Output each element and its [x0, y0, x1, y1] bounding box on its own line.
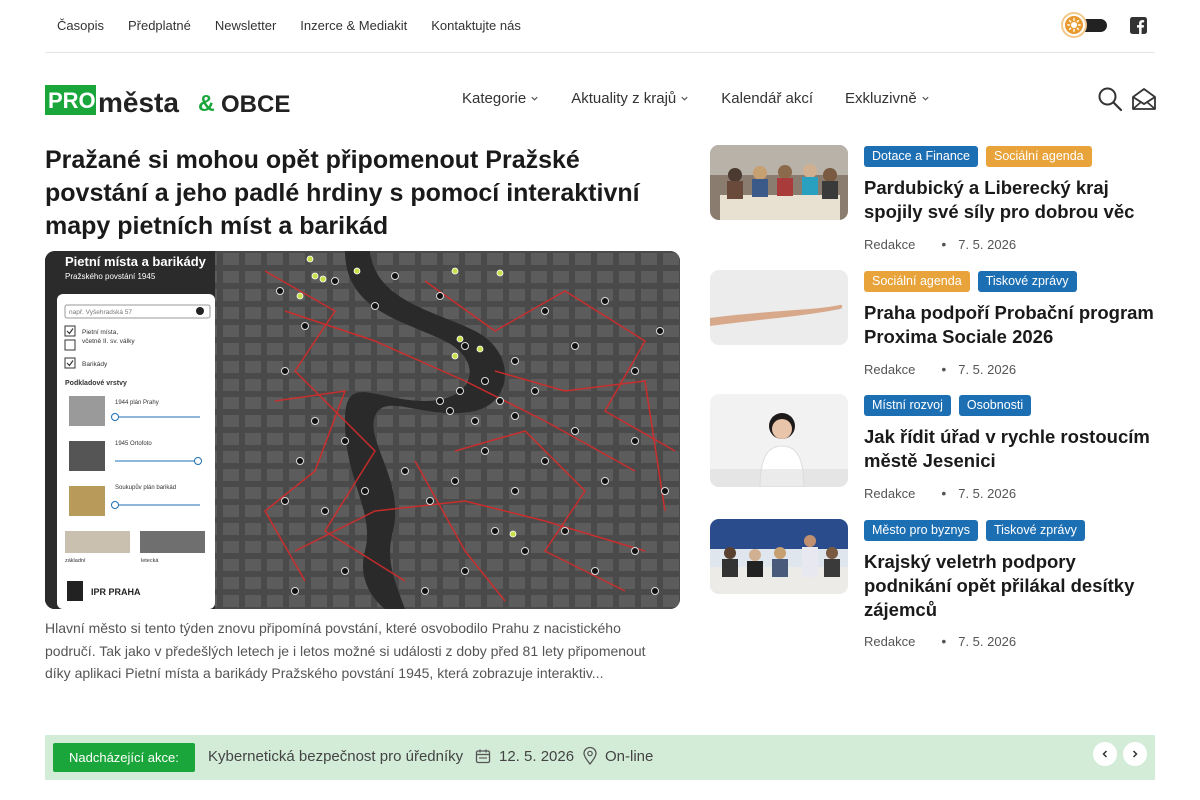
svg-text:včetně II. sv. války: včetně II. sv. války [82, 338, 135, 345]
separator-dot: • [941, 633, 947, 649]
svg-text:PRO: PRO [48, 88, 96, 113]
svg-text:Pražského povstání 1945: Pražského povstání 1945 [65, 272, 156, 281]
article-meta: Redakce • 7. 5. 2026 [864, 633, 1016, 649]
top-nav: Časopis Předplatné Newsletter Inzerce & … [57, 18, 545, 33]
tag-badge[interactable]: Dotace a Finance [864, 146, 978, 167]
events-prev-button[interactable] [1093, 742, 1117, 766]
facebook-icon[interactable] [1130, 17, 1147, 34]
article-thumbnail[interactable] [710, 519, 848, 594]
svg-text:Podkladové vrstvy: Podkladové vrstvy [65, 380, 127, 387]
side-article[interactable]: Místní rozvoj Osobnosti Jak řídit úřad v… [710, 394, 1155, 504]
side-article[interactable]: Dotace a Finance Sociální agenda Pardubi… [710, 145, 1155, 255]
upcoming-events-bar: Nadcházející akce: Kybernetická bezpečno… [45, 735, 1155, 780]
tag-badge[interactable]: Sociální agenda [864, 271, 970, 292]
svg-text:1944 plán Prahy: 1944 plán Prahy [115, 400, 159, 406]
nav-label: Kalendář akcí [721, 90, 813, 107]
svg-text:např. Vyšehradská 57: např. Vyšehradská 57 [69, 309, 132, 316]
events-next-button[interactable] [1123, 742, 1147, 766]
article-meta: Redakce • 7. 5. 2026 [864, 236, 1016, 252]
svg-text:Soukupův plán barikád: Soukupův plán barikád [115, 484, 176, 491]
tag-badge[interactable]: Sociální agenda [985, 146, 1092, 167]
svg-text:města: města [98, 87, 179, 117]
main-article-title[interactable]: Pražané si mohou opět připomenout Pražsk… [45, 144, 685, 243]
chevron-down-icon [681, 96, 688, 101]
nav-label: Exkluzivně [845, 90, 917, 107]
svg-text:1945 Ortofoto: 1945 Ortofoto [115, 441, 152, 447]
tag-badge[interactable]: Osobnosti [958, 395, 1032, 416]
main-article-image[interactable]: Pietní místa a barikády Pražského povstá… [45, 251, 680, 609]
article-meta: Redakce • 7. 5. 2026 [864, 361, 1016, 377]
theme-toggle[interactable] [1063, 14, 1107, 36]
top-link-kontakt[interactable]: Kontaktujte nás [431, 18, 521, 33]
sun-icon [1063, 14, 1085, 36]
article-date: 7. 5. 2026 [958, 633, 1017, 649]
article-title[interactable]: Pardubický a Liberecký kraj spojily své … [864, 176, 1159, 224]
location-pin-icon [583, 747, 597, 765]
separator-dot: • [941, 361, 947, 377]
svg-text:OBCE: OBCE [221, 91, 290, 117]
separator-dot: • [941, 485, 947, 501]
chevron-down-icon [922, 96, 929, 101]
search-icon[interactable] [1097, 86, 1123, 112]
chevron-down-icon [531, 96, 538, 101]
top-bar: Časopis Předplatné Newsletter Inzerce & … [45, 0, 1155, 53]
event-name[interactable]: Kybernetická bezpečnost pro úředníky [208, 748, 463, 765]
chevron-right-icon [1132, 750, 1138, 758]
article-tags: Dotace a Finance Sociální agenda [864, 146, 1092, 167]
nav-item-exkluzivne[interactable]: Exkluzivně [845, 90, 930, 107]
article-title[interactable]: Krajský veletrh podpory podnikání opět p… [864, 550, 1159, 622]
article-meta: Redakce • 7. 5. 2026 [864, 485, 1016, 501]
site-logo[interactable]: PRO města & OBCE [45, 85, 293, 117]
svg-text:IPR PRAHA: IPR PRAHA [91, 587, 141, 597]
svg-text:letecká: letecká [141, 558, 159, 564]
article-date: 7. 5. 2026 [958, 485, 1017, 501]
article-author[interactable]: Redakce [864, 237, 915, 252]
article-thumbnail[interactable] [710, 270, 848, 345]
side-article[interactable]: Sociální agenda Tiskové zprávy Praha pod… [710, 270, 1155, 380]
svg-text:&: & [198, 90, 215, 116]
article-tags: Sociální agenda Tiskové zprávy [864, 271, 1077, 292]
article-author[interactable]: Redakce [864, 634, 915, 649]
nav-item-kalendar[interactable]: Kalendář akcí [721, 90, 813, 107]
separator-dot: • [941, 236, 947, 252]
article-author[interactable]: Redakce [864, 486, 915, 501]
main-article-excerpt: Hlavní město si tento týden znovu připom… [45, 620, 646, 681]
nav-item-kategorie[interactable]: Kategorie [462, 90, 539, 107]
article-title[interactable]: Jak řídit úřad v rychle rostoucím městě … [864, 425, 1159, 473]
event-date: 12. 5. 2026 [499, 748, 575, 765]
nav-label: Aktuality z krajů [571, 90, 677, 107]
article-tags: Místní rozvoj Osobnosti [864, 395, 1032, 416]
svg-text:Pietní místa a barikády: Pietní místa a barikády [65, 254, 207, 269]
chevron-left-icon [1102, 750, 1108, 758]
top-link-newsletter[interactable]: Newsletter [215, 18, 276, 33]
article-date: 7. 5. 2026 [958, 361, 1017, 377]
article-thumbnail[interactable] [710, 394, 848, 487]
nav-label: Kategorie [462, 90, 527, 107]
tag-badge[interactable]: Místní rozvoj [864, 395, 951, 416]
upcoming-events-label: Nadcházející akce: [53, 743, 195, 772]
side-article[interactable]: Město pro byznys Tiskové zprávy Krajský … [710, 519, 1155, 649]
article-thumbnail[interactable] [710, 145, 848, 220]
event-location: On-line [605, 748, 654, 765]
article-title[interactable]: Praha podpoří Probační program Proxima S… [864, 301, 1159, 349]
top-link-casopis[interactable]: Časopis [57, 18, 104, 33]
tag-badge[interactable]: Tiskové zprávy [985, 520, 1085, 541]
article-date: 7. 5. 2026 [958, 236, 1017, 252]
main-nav: Kategorie Aktuality z krajů Kalendář akc… [462, 90, 962, 107]
nav-item-aktuality[interactable]: Aktuality z krajů [571, 90, 689, 107]
top-link-inzerce[interactable]: Inzerce & Mediakit [300, 18, 407, 33]
article-tags: Město pro byznys Tiskové zprávy [864, 520, 1085, 541]
svg-text:Barikády: Barikády [82, 361, 108, 368]
tag-badge[interactable]: Město pro byznys [864, 520, 978, 541]
article-author[interactable]: Redakce [864, 362, 915, 377]
tag-badge[interactable]: Tiskové zprávy [977, 271, 1077, 292]
svg-text:Pietní místa,: Pietní místa, [82, 329, 118, 336]
top-link-predplatne[interactable]: Předplatné [128, 18, 191, 33]
svg-text:základní: základní [65, 558, 86, 564]
newsletter-mail-icon[interactable] [1131, 86, 1157, 112]
calendar-icon [475, 749, 491, 764]
